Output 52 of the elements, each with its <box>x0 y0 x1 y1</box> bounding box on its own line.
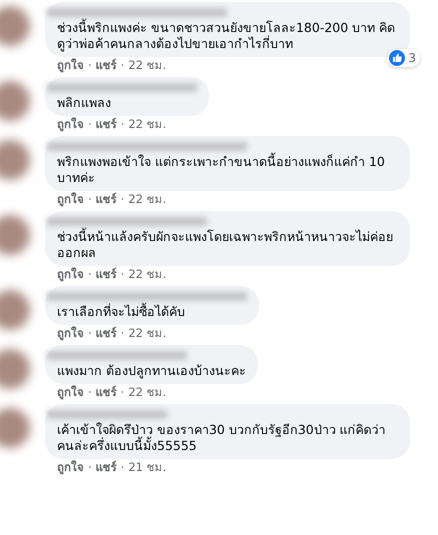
action-link[interactable]: แชร์ <box>96 58 117 73</box>
action-link[interactable]: ถูกใจ <box>57 117 84 132</box>
action-link[interactable]: แชร์ <box>96 267 117 282</box>
separator-dot: · <box>120 326 124 341</box>
action-link[interactable]: ถูกใจ <box>57 326 84 341</box>
separator-dot: · <box>88 192 92 207</box>
separator-dot: · <box>88 326 92 341</box>
comment-text: ช่วงนี้หน้าแล้งครับผักจะแพงโดยเฉพาะพริกหน้าหนาวจะไม่ค่อยออกผล <box>57 229 394 261</box>
comment-text: พริกแพงพอเข้าใจ แต่กระเพาะกำขนาดนี้อย่างแพงก็แค่กำ 10 บาทค่ะ <box>57 154 386 186</box>
action-link[interactable]: ถูกใจ <box>57 460 84 475</box>
timestamp[interactable]: 22 ชม. <box>128 267 166 282</box>
avatar[interactable] <box>0 81 30 121</box>
comment-text: แพงมาก ต้องปลูกทานเองบ้างนะคะ <box>57 363 246 379</box>
avatar[interactable] <box>0 140 30 180</box>
timestamp[interactable]: 22 ชม. <box>128 192 166 207</box>
comment-text: เราเลือกที่จะไม่ซื้อได้คับ <box>57 304 186 320</box>
timestamp[interactable]: 22 ชม. <box>128 385 166 400</box>
avatar[interactable] <box>0 349 30 389</box>
separator-dot: · <box>120 192 124 207</box>
separator-dot: · <box>120 385 124 400</box>
separator-dot: · <box>120 460 124 475</box>
avatar[interactable] <box>0 290 30 330</box>
reaction-badge[interactable]: 3 <box>387 49 420 67</box>
separator-dot: · <box>120 117 124 132</box>
action-link[interactable]: แชร์ <box>96 192 117 207</box>
action-link[interactable]: แชร์ <box>96 326 117 341</box>
separator-dot: · <box>88 58 92 73</box>
action-link[interactable]: แชร์ <box>96 117 117 132</box>
reaction-count: 3 <box>408 51 416 65</box>
separator-dot: · <box>120 58 124 73</box>
thumbs-up-icon <box>389 50 406 66</box>
avatar[interactable] <box>0 6 30 46</box>
timestamp[interactable]: 21 ชม. <box>128 460 166 475</box>
timestamp[interactable]: 22 ชม. <box>128 326 166 341</box>
timestamp[interactable]: 22 ชม. <box>128 58 166 73</box>
action-link[interactable]: ถูกใจ <box>57 267 84 282</box>
avatar[interactable] <box>0 408 30 448</box>
action-link[interactable]: แชร์ <box>96 460 117 475</box>
action-link[interactable]: แชร์ <box>96 385 117 400</box>
action-link[interactable]: ถูกใจ <box>57 385 84 400</box>
comment-text: ช่วงนี้พริกแพงค่ะ ขนาดชาวสวนยังขายโลละ180-200 บาท คิดดูว่าพ่อค้าคนกลางต้องไปขายเอากำไรกี่บาท <box>57 20 396 52</box>
separator-dot: · <box>88 267 92 282</box>
action-link[interactable]: ถูกใจ <box>57 58 84 73</box>
action-link[interactable]: ถูกใจ <box>57 192 84 207</box>
separator-dot: · <box>88 385 92 400</box>
comment-text: เค้าเข้าใจผิดรึป่าว ของราคา30 บวกกับรัฐอีก30ป่าว แก่คิดว่าคนล่ะครึ่งแบบนี้มั้ง55555 <box>57 422 387 454</box>
separator-dot: · <box>88 460 92 475</box>
avatar[interactable] <box>0 215 30 255</box>
separator-dot: · <box>88 117 92 132</box>
separator-dot: · <box>120 267 124 282</box>
timestamp[interactable]: 22 ชม. <box>128 117 166 132</box>
comment-text: พลิกแพลง <box>57 95 112 111</box>
